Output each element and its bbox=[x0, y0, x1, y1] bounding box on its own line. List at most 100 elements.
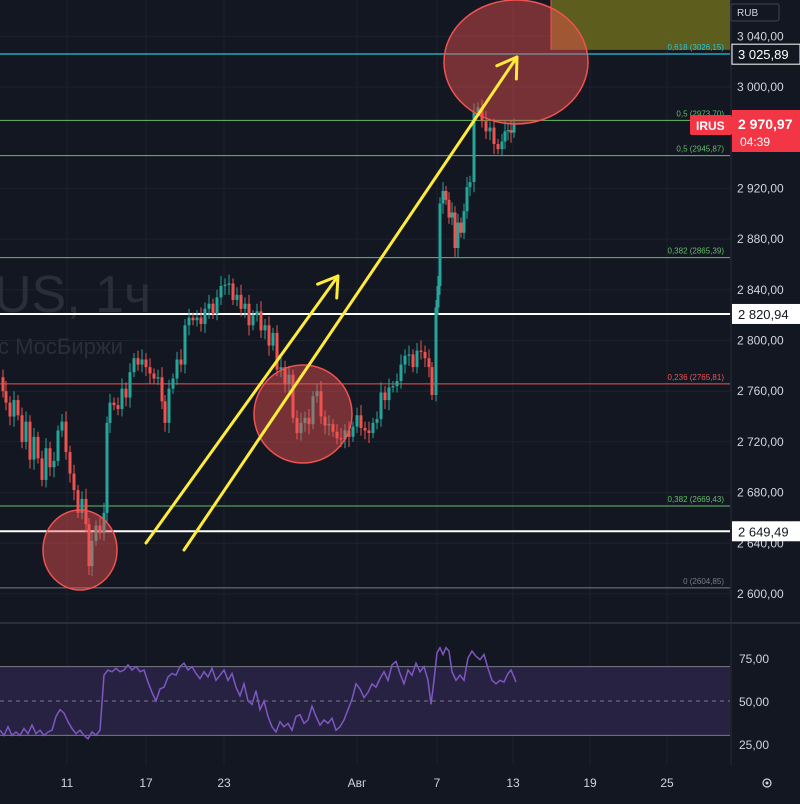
price-axis-tick: 3 040,00 bbox=[737, 29, 784, 43]
candle-body bbox=[419, 350, 423, 352]
candle-body bbox=[450, 212, 454, 218]
fib-level-label: 0,618 (3026,15) bbox=[668, 43, 725, 52]
candle-body bbox=[32, 436, 36, 460]
candle-body bbox=[124, 388, 128, 398]
candle-body bbox=[60, 421, 64, 431]
candle-body bbox=[484, 121, 488, 132]
price-level-badge-label: 2 820,94 bbox=[738, 307, 789, 322]
candle-body bbox=[506, 130, 510, 132]
candle-body bbox=[387, 387, 391, 401]
candle-body bbox=[211, 303, 215, 314]
candle-body bbox=[434, 307, 438, 396]
candle-body bbox=[411, 354, 415, 368]
price-axis-tick: 3 000,00 bbox=[737, 80, 784, 94]
candle-body bbox=[496, 144, 500, 150]
candle-body bbox=[148, 367, 152, 374]
currency-badge-label: RUB bbox=[737, 8, 758, 19]
gear-icon-hub bbox=[765, 781, 769, 785]
candle-body bbox=[259, 311, 263, 331]
candle-body bbox=[235, 294, 239, 300]
rsi-axis-tick: 75,00 bbox=[739, 652, 769, 666]
price-axis-tick: 2 880,00 bbox=[737, 232, 784, 246]
highlight-circle-low[interactable] bbox=[42, 509, 118, 591]
watermark-title: US, 1ч bbox=[0, 266, 151, 324]
candle-body bbox=[152, 373, 156, 379]
price-axis-tick: 2 920,00 bbox=[737, 181, 784, 195]
candle-body bbox=[1, 377, 5, 392]
price-level-badge-label: 2 649,49 bbox=[738, 524, 789, 539]
chart-root: US, 1ч с МосБиржи 0,618 (3026,15) 0,5 (29… bbox=[0, 0, 800, 799]
candle-body bbox=[175, 359, 179, 379]
candle-body bbox=[371, 422, 375, 434]
candle-body bbox=[391, 386, 395, 388]
candle-body bbox=[243, 303, 247, 309]
candle-body bbox=[251, 315, 255, 326]
candle-body bbox=[459, 222, 463, 233]
candle-body bbox=[156, 377, 160, 379]
candle-body bbox=[56, 430, 60, 461]
candle-body bbox=[444, 190, 448, 200]
fib-level-label: 0,382 (2669,43) bbox=[668, 495, 725, 504]
candle-body bbox=[379, 392, 383, 420]
candle-body bbox=[215, 297, 219, 314]
candle-body bbox=[128, 372, 132, 398]
candle-body bbox=[12, 400, 16, 417]
candle-body bbox=[351, 426, 355, 437]
ticker-symbol: IRUS bbox=[696, 119, 725, 133]
candle-body bbox=[68, 452, 72, 474]
last-price-value: 2 970,97 bbox=[738, 116, 793, 132]
candle-body bbox=[375, 419, 379, 423]
price-chart[interactable]: US, 1ч с МосБиржи 0,618 (3026,15) 0,5 (29… bbox=[0, 0, 800, 799]
candle-body bbox=[255, 311, 259, 316]
candle-body bbox=[72, 473, 76, 491]
candle-body bbox=[363, 427, 367, 431]
candle-body bbox=[8, 402, 12, 417]
currency-badge[interactable]: RUB bbox=[730, 3, 780, 22]
candle-body bbox=[465, 187, 469, 212]
candle-body bbox=[4, 391, 8, 403]
candle-body bbox=[64, 421, 68, 453]
candle-body bbox=[144, 359, 148, 368]
time-axis-tick: 11 bbox=[61, 776, 74, 790]
price-axis-tick: 2 600,00 bbox=[737, 587, 784, 601]
candle-body bbox=[403, 355, 407, 365]
candle-body bbox=[456, 222, 460, 248]
candle-body bbox=[203, 308, 207, 325]
candle-body bbox=[509, 130, 513, 133]
candle-body bbox=[36, 436, 40, 459]
candle-body bbox=[427, 358, 431, 368]
candle-body bbox=[183, 325, 187, 365]
candle-body bbox=[120, 388, 124, 409]
candle-body bbox=[438, 203, 442, 286]
candle-body bbox=[140, 359, 144, 365]
candle-body bbox=[453, 212, 457, 248]
price-level-badge-label: 3 025,89 bbox=[738, 47, 789, 62]
fib-level-label: 0,5 (2945,87) bbox=[676, 145, 724, 154]
candle-body bbox=[271, 332, 275, 346]
candle-body bbox=[500, 141, 504, 150]
candle-body bbox=[227, 283, 231, 285]
candle-body bbox=[239, 294, 243, 309]
candle-body bbox=[28, 421, 32, 460]
candle-body bbox=[171, 378, 175, 389]
candle-body bbox=[407, 354, 411, 356]
bar-countdown: 04:39 bbox=[740, 135, 770, 149]
candle-body bbox=[24, 421, 28, 442]
fib-level-label: 0,236 (2765,81) bbox=[668, 373, 725, 382]
candle-body bbox=[20, 415, 24, 442]
candle-body bbox=[367, 430, 371, 434]
time-axis-tick: 19 bbox=[583, 776, 597, 790]
candle-body bbox=[231, 283, 235, 300]
time-axis-tick: 23 bbox=[217, 776, 231, 790]
watermark-subtitle: с МосБиржи bbox=[0, 334, 123, 359]
candle-body bbox=[355, 415, 359, 427]
candle-body bbox=[223, 284, 227, 286]
candle-body bbox=[441, 190, 445, 204]
price-axis-tick: 2 760,00 bbox=[737, 384, 784, 398]
price-axis-tick: 2 680,00 bbox=[737, 486, 784, 500]
time-axis-tick: Авг bbox=[348, 776, 367, 790]
ticker-label: IRUS bbox=[690, 115, 732, 135]
candle-body bbox=[52, 460, 56, 468]
candle-body bbox=[16, 400, 20, 416]
candle-body bbox=[430, 367, 434, 396]
